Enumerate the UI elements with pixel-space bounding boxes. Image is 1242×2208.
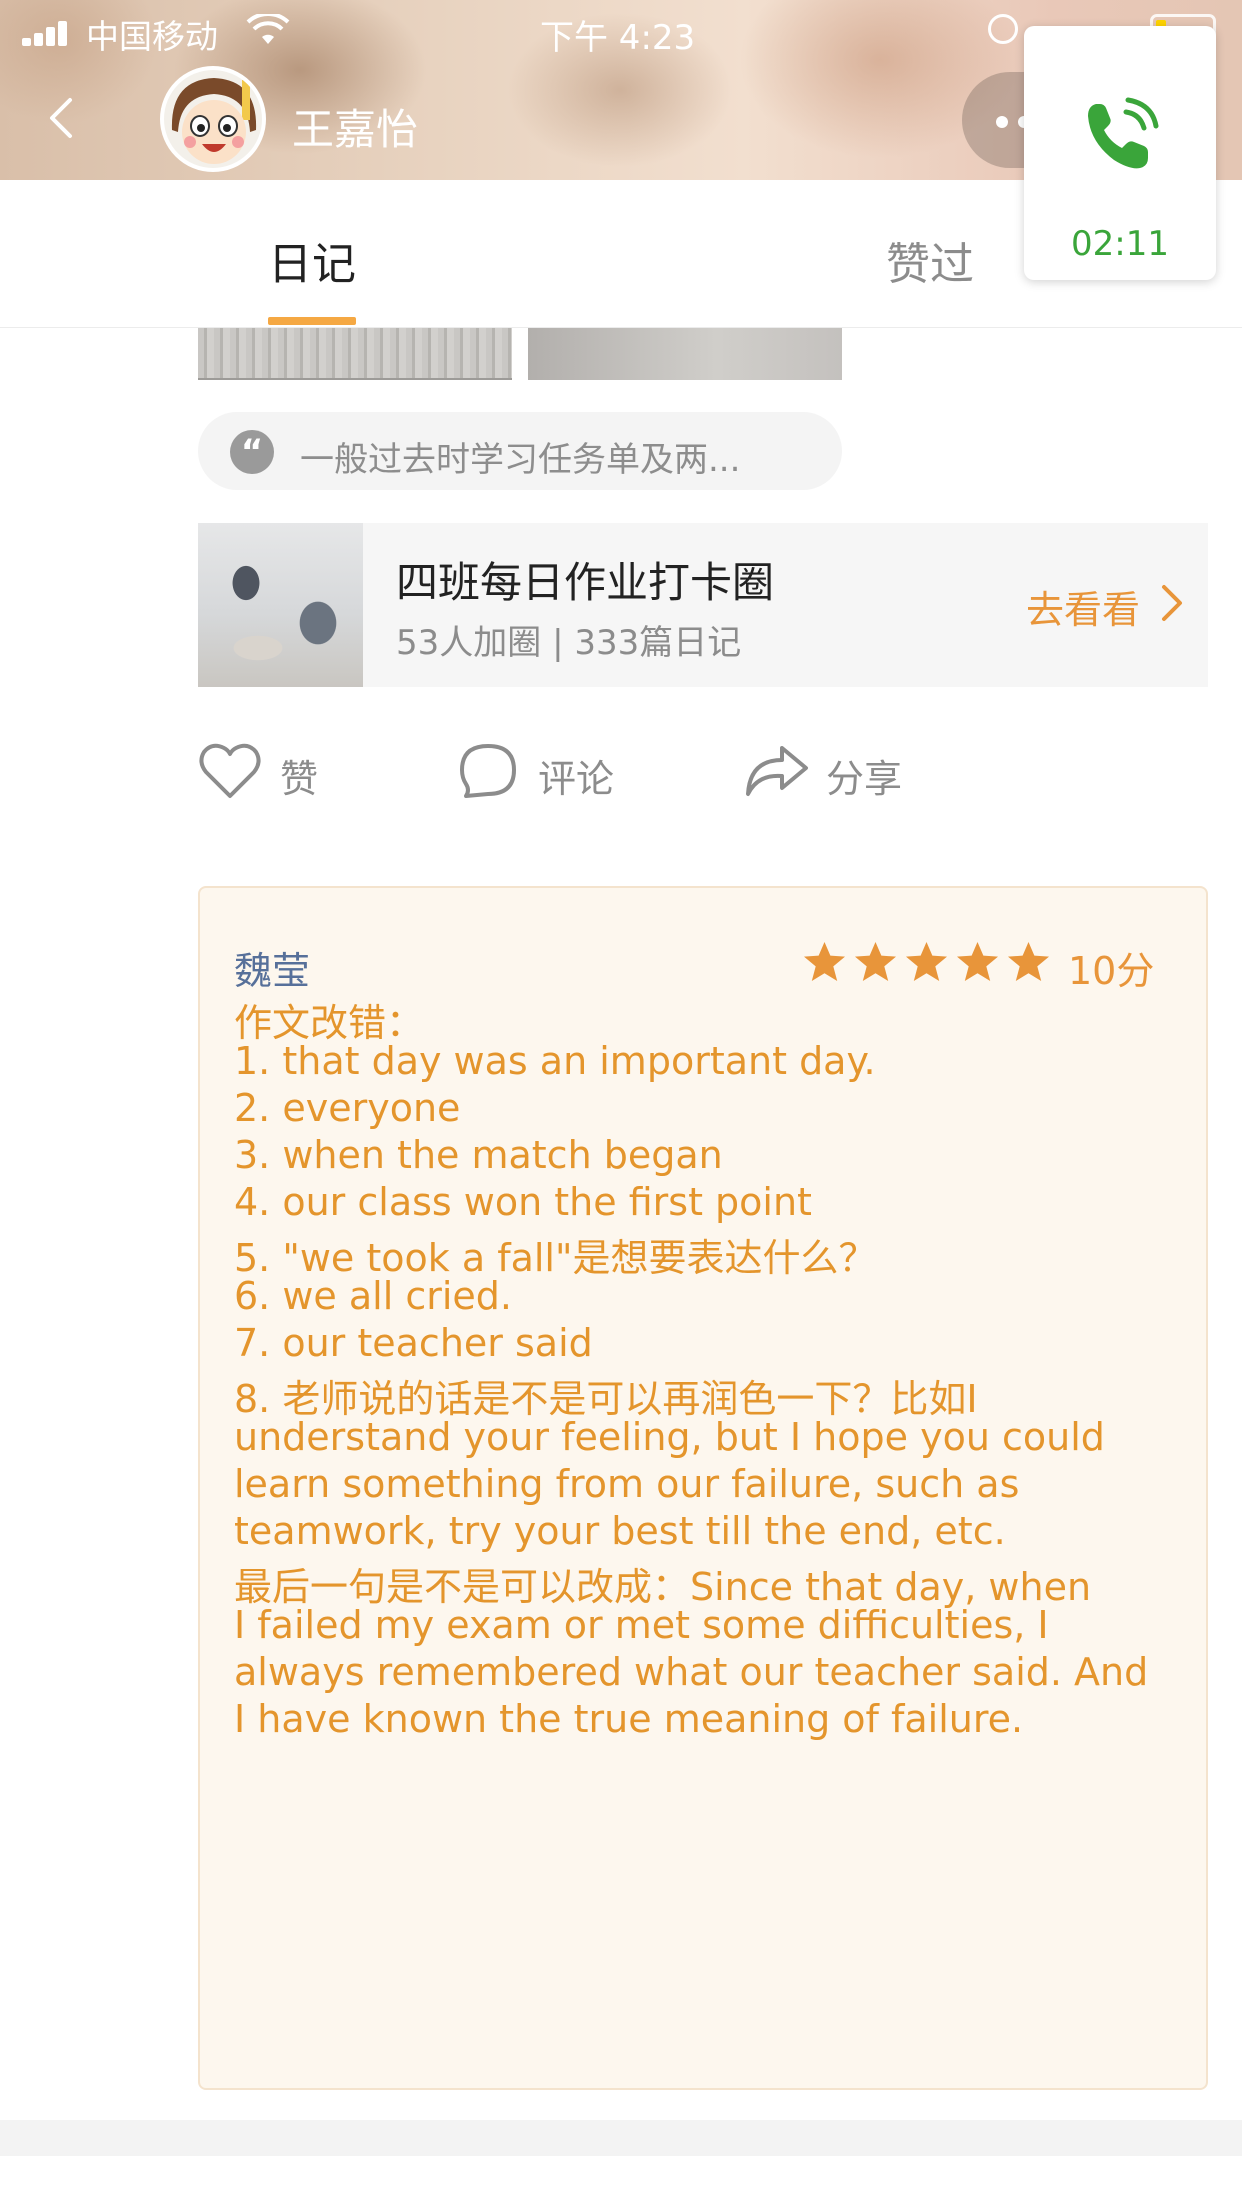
share-label: 分享 (826, 757, 903, 801)
chevron-left-icon (50, 98, 72, 138)
star-icon (1007, 941, 1050, 982)
heart-icon (199, 743, 261, 798)
cartoon-girl-avatar-icon (164, 70, 262, 168)
circle-card[interactable]: 四班每日作业打卡圈 53人加圈 | 333篇日记 去看看 (198, 523, 1208, 687)
more-dot-icon (996, 116, 1008, 128)
circle-stats: 53人加圈 | 333篇日记 (396, 623, 742, 663)
comment-line: teamwork, try your best till the end, et… (234, 1509, 1006, 1553)
wifi-icon (246, 12, 290, 57)
tab-liked[interactable]: 赞过 (886, 228, 974, 292)
post-photo[interactable] (528, 328, 842, 380)
circle-go-link[interactable]: 去看看 (1026, 579, 1140, 634)
comment-line: 6. we all cried. (234, 1274, 513, 1318)
star-icon (905, 941, 948, 982)
carrier-label: 中国移动 (86, 17, 218, 56)
comment-bubble-icon (460, 744, 516, 798)
comment-line: 3. when the match began (234, 1133, 723, 1177)
call-duration: 02:11 (1071, 224, 1169, 264)
active-tab-indicator (268, 317, 356, 325)
avatar[interactable] (160, 66, 266, 172)
comment-line: understand your feeling, but I hope you … (234, 1415, 1105, 1459)
comment-line: 2. everyone (234, 1086, 461, 1130)
like-label: 赞 (280, 757, 319, 801)
share-arrow-icon (746, 746, 808, 796)
ongoing-call-widget[interactable]: 02:11 (1024, 26, 1216, 280)
quoted-diary-link[interactable]: “ 一般过去时学习任务单及两... (198, 412, 842, 490)
rotation-lock-icon (988, 14, 1018, 44)
rating-score: 10分 (1068, 949, 1155, 993)
teacher-comment-card: 魏莹 10分 作文改错： 1. that day was an important… (198, 886, 1208, 2090)
comment-line: 4. our class won the first point (234, 1180, 812, 1224)
quote-icon: “ (230, 430, 274, 474)
comment-line: I failed my exam or met some difficultie… (234, 1603, 1049, 1647)
star-icon (803, 941, 846, 982)
signal-icon (22, 20, 72, 46)
star-icon (854, 941, 897, 982)
profile-user-name: 王嘉怡 (292, 105, 419, 154)
app-screen: 中国移动 下午 4:23 王嘉怡 02:11 日记 赞过 “ 一般过去时学习任务… (0, 0, 1242, 2208)
comment-label: 评论 (538, 757, 615, 801)
back-button[interactable] (42, 96, 82, 138)
tab-diary[interactable]: 日记 (268, 228, 356, 292)
chevron-right-icon (1162, 585, 1182, 621)
circle-name: 四班每日作业打卡圈 (396, 558, 775, 607)
rating-stars (802, 940, 1051, 983)
comment-line: 7. our teacher said (234, 1321, 593, 1365)
comment-line: learn something from our failure, such a… (234, 1462, 1020, 1506)
feed-separator (0, 2120, 1242, 2156)
comment-line: 1. that day was an important day. (234, 1039, 876, 1083)
comment-line: always remembered what our teacher said.… (234, 1650, 1149, 1694)
quoted-diary-title: 一般过去时学习任务单及两... (300, 440, 741, 480)
star-icon (956, 941, 999, 982)
commenter-name[interactable]: 魏莹 (234, 940, 310, 995)
post-photo[interactable] (198, 328, 512, 380)
status-time: 下午 4:23 (540, 18, 696, 58)
comment-line: I have known the true meaning of failure… (234, 1697, 1024, 1741)
circle-thumbnail (198, 523, 363, 687)
phone-call-icon (1088, 97, 1159, 169)
